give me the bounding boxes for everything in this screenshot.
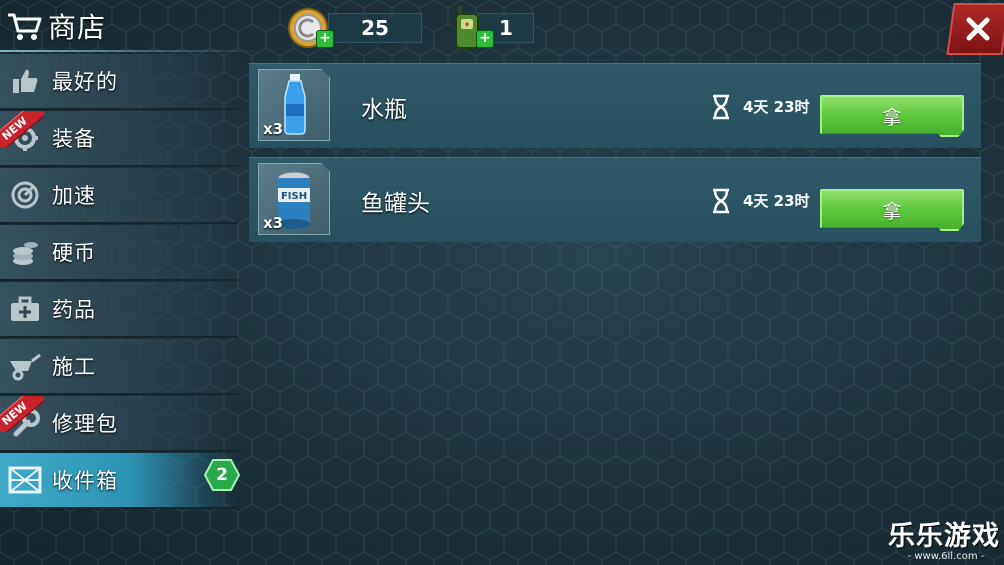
sidebar-item-label: 施工 — [52, 355, 96, 379]
inbox-count: 2 — [216, 465, 228, 485]
coin-value: 25 — [361, 16, 389, 40]
shop-title-group: 商店 — [6, 6, 106, 46]
sidebar-item-construction[interactable]: 施工 — [0, 339, 238, 395]
coin-value-box: 25 — [328, 13, 422, 43]
medkit-icon — [8, 292, 42, 326]
item-expiry-time: 4天 23时 — [743, 192, 810, 210]
item-thumbnail: x3 — [258, 69, 330, 141]
list-item: FISH x3 鱼罐头 4天 23时 拿 — [249, 157, 981, 242]
sidebar-item-best[interactable]: 最好的 — [0, 54, 238, 110]
sidebar-item-speedup[interactable]: 加速 — [0, 168, 238, 224]
sidebar-item-label: 收件箱 — [52, 469, 118, 493]
speed-dial-icon — [8, 178, 42, 212]
item-quantity: x3 — [263, 120, 284, 138]
inbox-count-badge: 2 — [203, 459, 241, 491]
close-button[interactable] — [946, 3, 1004, 55]
hourglass-icon — [713, 94, 729, 120]
list-item: x3 水瓶 4天 23时 拿 — [249, 63, 981, 148]
take-button[interactable]: 拿 — [820, 95, 964, 137]
crate-icon — [8, 463, 42, 497]
shopping-cart-icon — [8, 13, 42, 40]
sidebar-item-label: 药品 — [52, 298, 96, 322]
wheelbarrow-icon — [8, 349, 42, 383]
watermark-title: 乐乐游戏 — [888, 521, 1000, 552]
sidebar-item-label: 最好的 — [52, 70, 118, 94]
site-watermark: 乐乐游戏 - www.6ll.com - — [888, 514, 1004, 562]
token-value: 1 — [499, 16, 513, 40]
sidebar-item-medicine[interactable]: 药品 — [0, 282, 238, 338]
take-button[interactable]: 拿 — [820, 189, 964, 231]
hourglass-icon — [713, 188, 729, 214]
item-thumbnail: FISH x3 — [258, 163, 330, 235]
add-coins-button[interactable]: + — [316, 30, 334, 48]
sidebar-item-inbox[interactable]: 收件箱 2 — [0, 453, 241, 509]
item-expiry-time: 4天 23时 — [743, 98, 810, 116]
coins-stack-icon — [8, 235, 42, 269]
sidebar-item-label: 硬币 — [52, 241, 96, 265]
sidebar-item-repair-kit[interactable]: 修理包 NEW — [0, 396, 238, 452]
title-divider — [0, 50, 260, 52]
svg-text:FISH: FISH — [281, 191, 307, 202]
top-bar: 商店 25 + 1 + — [0, 0, 1004, 55]
gear-parts-icon — [8, 121, 42, 155]
page-title: 商店 — [48, 11, 107, 44]
sidebar-item-label: 装备 — [52, 127, 96, 151]
wrench-icon — [8, 406, 42, 440]
item-name: 鱼罐头 — [361, 191, 430, 217]
close-icon — [966, 17, 990, 41]
sidebar-item-coins[interactable]: 硬币 — [0, 225, 238, 281]
item-quantity: x3 — [263, 214, 284, 232]
sidebar-item-label: 修理包 — [52, 412, 118, 436]
thumbs-up-icon — [8, 64, 42, 98]
add-tokens-button[interactable]: + — [476, 30, 494, 48]
item-name: 水瓶 — [361, 97, 407, 123]
sidebar-item-label: 加速 — [52, 184, 96, 208]
sidebar-item-equipment[interactable]: 装备 NEW — [0, 111, 238, 167]
